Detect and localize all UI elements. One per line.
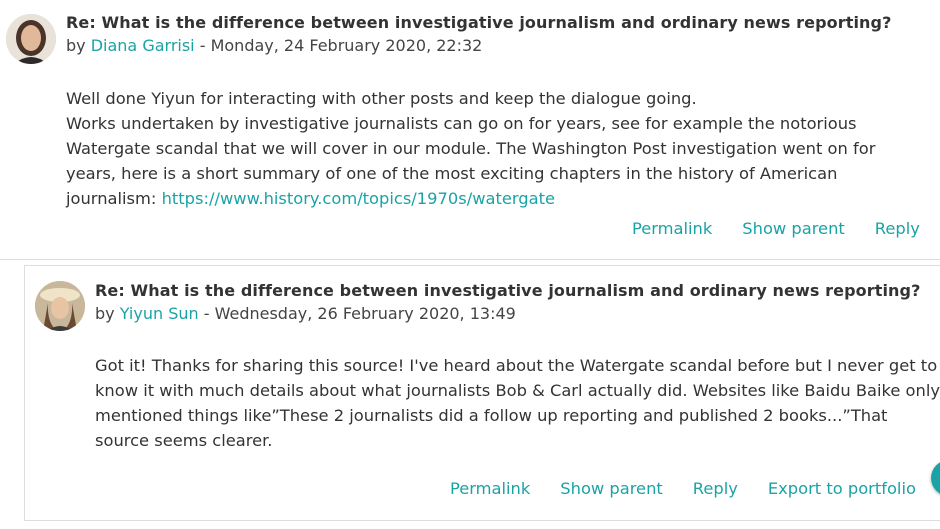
watergate-link[interactable]: https://www.history.com/topics/1970s/wat… — [162, 189, 555, 208]
post-date: - Wednesday, 26 February 2020, 13:49 — [203, 304, 516, 323]
byline-prefix: by — [66, 36, 86, 55]
show-parent-link[interactable]: Show parent — [742, 219, 844, 238]
post-date: - Monday, 24 February 2020, 22:32 — [199, 36, 483, 55]
post-commands: Permalink Show parent Reply — [632, 219, 940, 238]
reply-link[interactable]: Reply — [875, 219, 920, 238]
show-parent-link[interactable]: Show parent — [560, 479, 662, 498]
post-byline: by Yiyun Sun - Wednesday, 26 February 20… — [95, 304, 516, 323]
export-to-portfolio-link[interactable]: Export to portfolio — [768, 479, 916, 498]
author-link[interactable]: Diana Garrisi — [91, 36, 195, 55]
reply-link[interactable]: Reply — [693, 479, 738, 498]
post-subject: Re: What is the difference between inves… — [95, 281, 921, 300]
content-line: Well done Yiyun for interacting with oth… — [66, 89, 697, 108]
forum-post: Re: What is the difference between inves… — [0, 0, 940, 260]
content-paragraph: Works undertaken by investigative journa… — [66, 111, 926, 211]
avatar[interactable] — [35, 281, 85, 331]
permalink-link[interactable]: Permalink — [450, 479, 530, 498]
post-subject: Re: What is the difference between inves… — [66, 13, 892, 32]
forum-post-reply: Re: What is the difference between inves… — [24, 265, 940, 521]
post-content: Well done Yiyun for interacting with oth… — [66, 86, 926, 211]
author-link[interactable]: Yiyun Sun — [120, 304, 199, 323]
post-commands: Permalink Show parent Reply Export to po… — [450, 479, 940, 498]
avatar[interactable] — [6, 14, 56, 64]
byline-prefix: by — [95, 304, 115, 323]
permalink-link[interactable]: Permalink — [632, 219, 712, 238]
post-byline: by Diana Garrisi - Monday, 24 February 2… — [66, 36, 482, 55]
post-content: Got it! Thanks for sharing this source! … — [95, 353, 940, 453]
content-paragraph: Got it! Thanks for sharing this source! … — [95, 356, 940, 450]
